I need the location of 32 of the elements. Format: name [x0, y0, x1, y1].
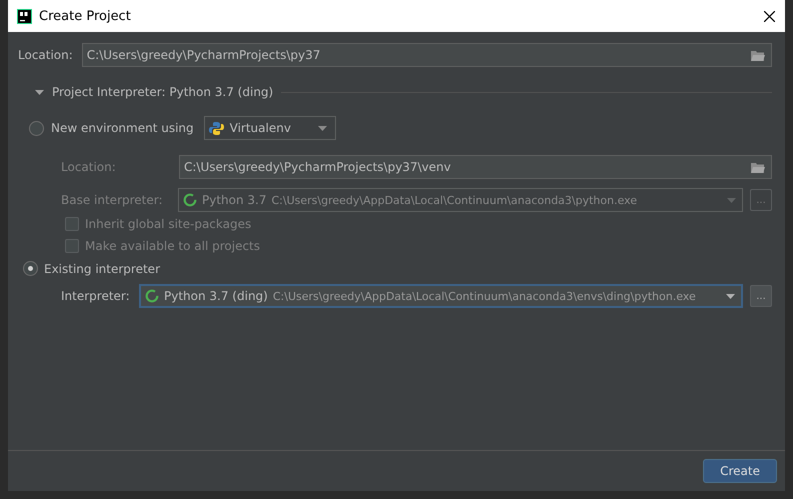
- caret-icon: [318, 126, 327, 130]
- loading-ring-icon: [183, 193, 197, 207]
- radio-label: New environment using: [51, 121, 194, 135]
- expand-triangle-icon[interactable]: [35, 88, 44, 96]
- loading-ring-icon: [145, 289, 159, 303]
- folder-icon[interactable]: [751, 50, 765, 60]
- base-interpreter-label: Base interpreter:: [61, 193, 164, 207]
- create-button[interactable]: Create: [703, 459, 777, 483]
- location-label: Location:: [18, 48, 73, 62]
- browse-button[interactable]: ...: [750, 285, 772, 307]
- checkbox-label: Inherit global site-packages: [85, 217, 252, 231]
- venv-location-field[interactable]: C:\Users\greedy\PycharmProjects\py37\venv: [179, 155, 772, 179]
- location-field[interactable]: C:\Users\greedy\PycharmProjects\py37: [82, 43, 772, 67]
- section-title: Project Interpreter: Python 3.7 (ding): [52, 85, 274, 99]
- base-interpreter-dropdown[interactable]: Python 3.7 C:\Users\greedy\AppData\Local\Continuum\anaconda3\python.exe: [178, 188, 743, 212]
- close-icon[interactable]: [764, 10, 775, 22]
- caret-icon: [727, 198, 736, 202]
- app-logo-icon: [17, 8, 32, 24]
- environment-dropdown[interactable]: Virtualenv: [204, 116, 336, 140]
- folder-icon[interactable]: [751, 162, 765, 172]
- radio-button[interactable]: [23, 261, 38, 276]
- caret-icon: [726, 294, 735, 298]
- radio-label: Existing interpreter: [44, 262, 160, 276]
- checkbox[interactable]: [65, 217, 79, 231]
- python-logo-icon: [208, 120, 224, 136]
- window-title: Create Project: [39, 8, 131, 24]
- interpreter-label: Interpreter:: [61, 289, 131, 303]
- location-label: Location:: [61, 160, 117, 174]
- checkbox-label: Make available to all projects: [85, 239, 260, 253]
- interpreter-dropdown[interactable]: Python 3.7 (ding) C:\Users\greedy\AppData\Local\Continuum\anaconda3\envs\ding\python.exe: [139, 284, 743, 308]
- checkbox[interactable]: [65, 239, 79, 253]
- radio-button[interactable]: [29, 120, 44, 136]
